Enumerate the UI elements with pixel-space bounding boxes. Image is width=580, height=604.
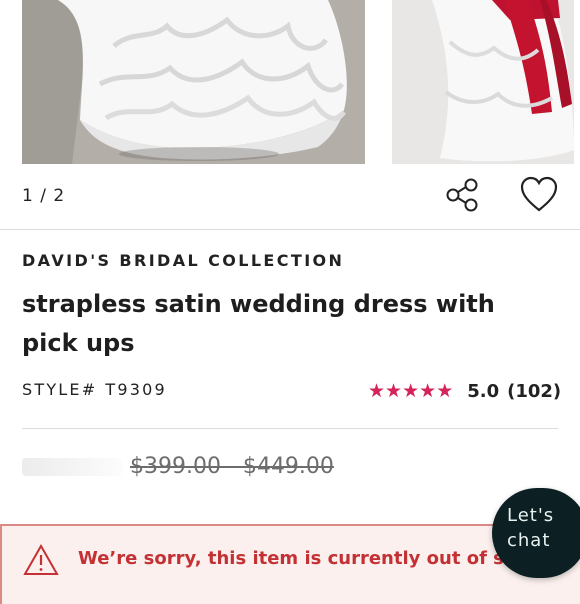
out-of-stock-message: We’re sorry, this item is currently out … bbox=[78, 548, 555, 569]
chat-label-line2: chat bbox=[507, 530, 551, 551]
lets-chat-button[interactable]: Let's chat bbox=[492, 488, 580, 578]
chat-label-line1: Let's bbox=[507, 505, 555, 526]
image-counter: 1 / 2 bbox=[22, 186, 66, 206]
heart-icon[interactable] bbox=[519, 175, 559, 215]
divider bbox=[22, 428, 558, 429]
product-rating[interactable]: ★ ★ ★ ★ ★ 5.0 (102) bbox=[368, 377, 561, 405]
wedding-dress-photo[interactable] bbox=[22, 0, 365, 164]
rating-value: 5.0 bbox=[467, 380, 500, 402]
warning-icon bbox=[23, 543, 59, 576]
share-icon[interactable] bbox=[444, 176, 482, 214]
rating-stars: ★ ★ ★ ★ ★ bbox=[368, 379, 454, 402]
gallery-toolbar bbox=[0, 174, 580, 224]
divider bbox=[0, 229, 580, 230]
star-icon: ★ bbox=[436, 379, 454, 402]
product-title: strapless satin wedding dress with pick … bbox=[22, 290, 495, 357]
star-icon: ★ bbox=[402, 379, 420, 402]
wedding-dress-back-photo[interactable] bbox=[392, 0, 574, 164]
star-icon: ★ bbox=[368, 379, 386, 402]
star-icon: ★ bbox=[419, 379, 437, 402]
product-image-gallery[interactable] bbox=[0, 0, 580, 166]
price-row: $399.00 - $449.00 bbox=[22, 452, 442, 486]
star-icon: ★ bbox=[385, 379, 403, 402]
style-label: STYLE# bbox=[22, 380, 98, 399]
style-number: STYLE# T9309 bbox=[22, 380, 167, 399]
style-value: T9309 bbox=[105, 380, 167, 399]
brand-name[interactable]: DAVID'S BRIDAL COLLECTION bbox=[22, 251, 344, 270]
rating-count[interactable]: (102) bbox=[507, 381, 561, 402]
sale-price-placeholder bbox=[22, 458, 122, 476]
original-price: $399.00 - $449.00 bbox=[130, 454, 334, 479]
